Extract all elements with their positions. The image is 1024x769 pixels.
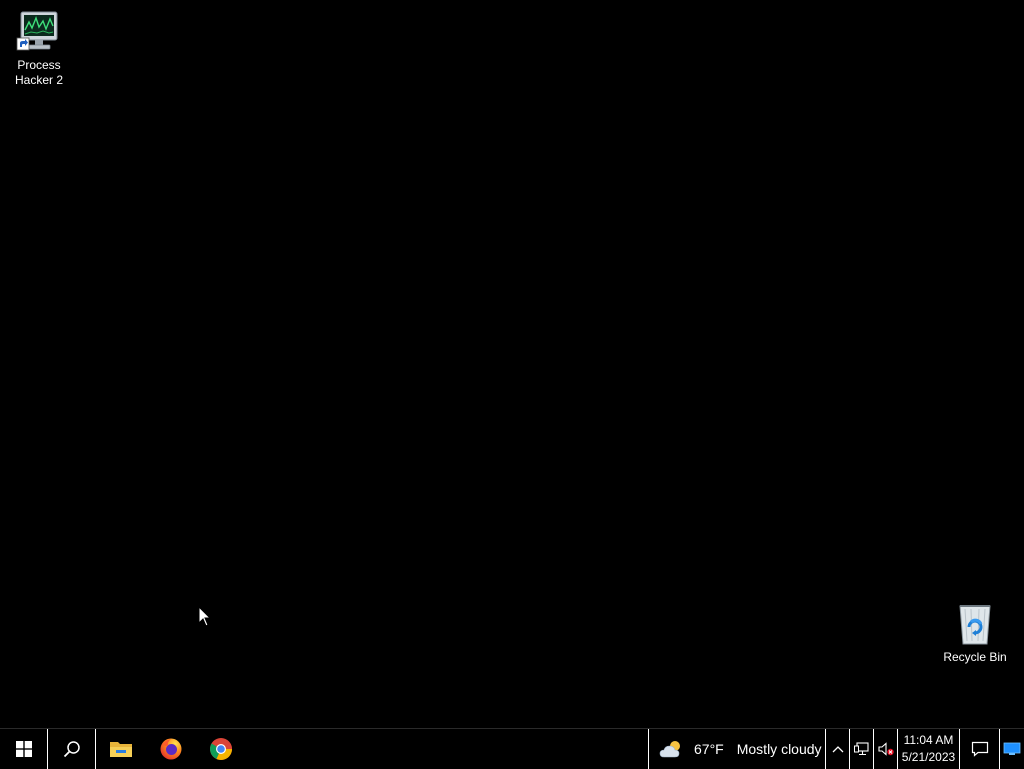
weather-condition: Mostly cloudy [736,741,822,757]
search-icon [63,741,80,758]
mouse-cursor-icon [198,606,212,627]
clock-time: 11:04 AM [903,733,954,747]
tray-volume-button[interactable] [874,729,898,769]
tray-overflow-button[interactable] [826,729,850,769]
clock-date: 5/21/2023 [901,750,956,764]
chevron-up-icon [832,746,843,753]
desktop-icon-process-hacker[interactable]: Process Hacker 2 [2,8,76,88]
tray-network-button[interactable] [850,729,874,769]
action-center-button[interactable] [960,729,1000,769]
start-button[interactable] [0,729,48,769]
weather-temperature: 67°F [694,741,724,757]
desktop-icon-recycle-bin[interactable]: Recycle Bin [938,600,1012,665]
desktop[interactable]: Process Hacker 2 Recycle Bin [0,0,1024,728]
recycle-bin-icon [959,605,991,645]
show-desktop-button[interactable] [1000,729,1024,769]
file-explorer-icon [110,742,132,757]
taskbar: 67°F Mostly cloudy 11:04 AM 5/21/2023 [0,728,1024,769]
taskbar-app-file-explorer[interactable] [96,729,146,769]
taskbar-clock[interactable]: 11:04 AM 5/21/2023 [898,729,960,769]
chrome-icon [210,738,232,760]
volume-muted-icon [877,742,894,756]
windows-logo-icon [15,741,32,757]
process-hacker-icon [16,11,58,51]
partly-cloudy-icon [659,741,680,758]
action-center-icon [971,741,988,757]
weather-widget[interactable]: 67°F Mostly cloudy [648,729,826,769]
taskbar-app-chrome[interactable] [196,729,246,769]
firefox-icon [160,738,182,760]
taskbar-app-firefox[interactable] [146,729,196,769]
show-desktop-icon [1003,742,1021,755]
desktop-icon-label: Recycle Bin [943,650,1007,664]
desktop-icon-label: Process Hacker 2 [14,58,64,87]
taskbar-empty-area[interactable] [246,729,648,768]
network-icon [853,742,869,756]
search-button[interactable] [48,729,96,769]
